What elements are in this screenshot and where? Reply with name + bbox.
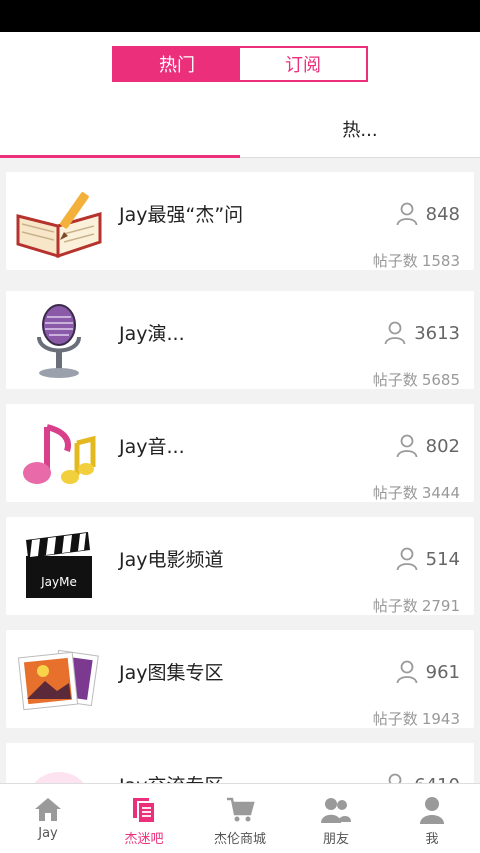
user-icon [396,547,418,571]
documents-icon [133,798,156,824]
post-count: 帖子数 3444 [372,484,460,502]
member-count-value: 514 [425,548,460,570]
subtab-hot[interactable]: 热... [240,100,480,157]
list-item[interactable]: Jay演... 3613 帖子数 5685 [6,291,474,389]
member-count-value: 6410 [414,775,460,784]
post-count: 帖子数 1943 [372,710,460,728]
user-icon [396,434,418,458]
post-count: 帖子数 5685 [372,371,460,389]
post-count: 帖子数 1583 [372,252,460,270]
user-icon [396,202,418,226]
forum-title: Jay图集专区 [119,662,224,684]
forum-title: Jay最强“杰”问 [119,204,244,226]
tab-label: 朋友 [322,832,349,847]
post-count: 帖子数 2791 [372,597,460,615]
tab-label: 杰伦商城 [213,832,266,847]
tab-store[interactable]: 杰伦商城 [192,784,288,853]
subtab-first[interactable] [0,100,240,158]
status-bar [0,0,480,32]
member-count: 514 [396,547,460,571]
user-icon [388,773,402,783]
member-count: 6410 [384,773,460,783]
music-notes-icon [14,418,104,490]
segmented-control: 热门 订阅 [112,46,368,82]
forum-title: Jay交流专区 [119,771,224,783]
member-count: 3613 [384,321,460,345]
forum-list: Jay最强“杰”问 848 帖子数 1583 Jay演... 3613 帖子数 56… [0,158,480,783]
clapperboard-text: JayMe [40,575,77,589]
cart-icon [227,797,255,822]
friends-icon [321,798,351,823]
segment-hot[interactable]: 热门 [114,48,240,80]
book-pencil-icon [14,186,104,258]
forum-title: Jay演... [119,323,185,345]
member-count-value: 3613 [414,322,460,344]
member-count: 961 [396,660,460,684]
tab-jay[interactable]: Jay [0,784,96,853]
microphone-icon [14,304,104,378]
list-item[interactable]: Jay音... 802 帖子数 3444 [6,404,474,502]
member-count-value: 961 [425,661,460,683]
sub-tab-bar: 热... [0,100,480,158]
person-icon [420,797,444,824]
clapperboard-icon: JayMe [14,531,104,603]
top-header: 热门 订阅 [0,0,480,100]
forum-title: Jay音... [119,436,185,458]
forum-title: Jay电影频道 [119,549,224,571]
segment-subscribe[interactable]: 订阅 [240,48,366,80]
list-item[interactable]: Jay图集专区 961 帖子数 1943 [6,630,474,728]
tab-friends[interactable]: 朋友 [288,784,384,853]
list-item[interactable]: Jay最强“杰”问 848 帖子数 1583 [6,172,474,270]
user-icon [384,321,406,345]
list-item[interactable]: JayMe Jay电影频道 514 帖子数 2791 [6,517,474,615]
home-icon [35,798,61,821]
user-icon [396,660,418,684]
member-count-value: 848 [425,203,460,225]
tab-me[interactable]: 我 [384,784,480,853]
list-item[interactable]: Jay交流专区 6410 [6,743,474,783]
photo-album-icon [14,644,104,716]
bottom-tab-bar: Jay 杰迷吧 杰伦商城 朋友 我 [0,783,480,853]
member-count-value: 802 [425,435,460,457]
tab-label: 杰迷吧 [124,832,164,847]
member-count: 848 [396,202,460,226]
chat-bubble-icon [14,757,104,783]
tab-label: 我 [425,832,439,847]
tab-label: Jay [38,826,58,841]
tab-fans-bar[interactable]: 杰迷吧 [96,784,192,853]
member-count: 802 [396,434,460,458]
